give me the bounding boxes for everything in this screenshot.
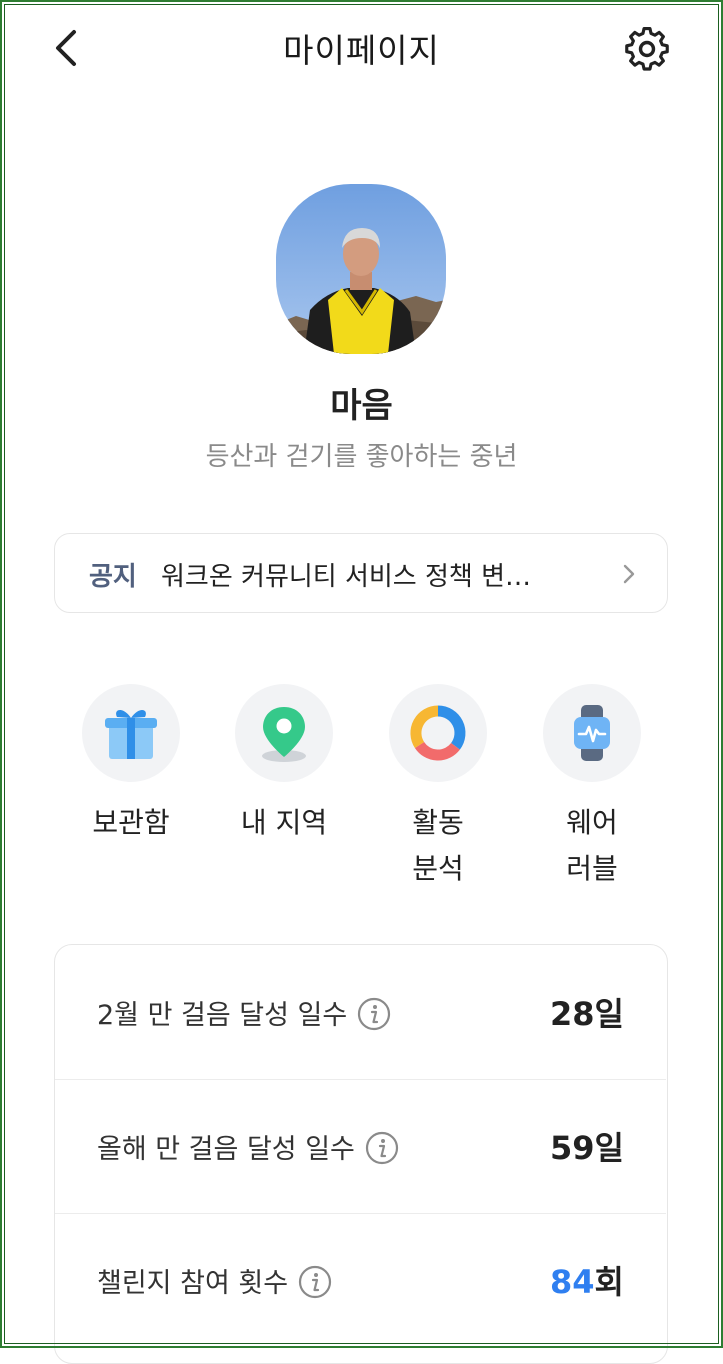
stat-label: 챌린지 참여 횟수	[97, 1261, 332, 1300]
notice-text: 워크온 커뮤니티 서비스 정책 변…	[161, 562, 532, 592]
location-pin-icon	[262, 707, 306, 762]
stats-card: 2월 만 걸음 달성 일수 28일 올해 만 걸음 달성 일수 59일 챌린지 …	[54, 944, 668, 1364]
menu-label: 내 지역	[240, 806, 328, 839]
menu-item-region[interactable]: 내 지역	[219, 684, 349, 846]
stat-number: 84	[550, 1263, 595, 1301]
notice-tag: 공지	[89, 562, 137, 592]
smartwatch-icon	[574, 705, 610, 761]
profile-bio: 등산과 걷기를 좋아하는 중년	[205, 442, 518, 472]
info-icon[interactable]	[298, 1265, 332, 1299]
menu-item-storage[interactable]: 보관함	[66, 684, 196, 846]
stat-row-feb-goal-days: 2월 만 걸음 달성 일수 28일	[55, 945, 666, 1080]
stat-unit: 일	[594, 995, 624, 1033]
stat-label: 2월 만 걸음 달성 일수	[97, 993, 391, 1032]
settings-button[interactable]	[622, 26, 672, 72]
profile-name: 마음	[330, 386, 393, 426]
info-icon[interactable]	[365, 1131, 399, 1165]
donut-chart-icon	[410, 705, 466, 761]
avatar[interactable]	[276, 184, 446, 354]
stat-label-text: 챌린지 참여 횟수	[97, 1268, 289, 1299]
gear-icon	[625, 26, 669, 71]
stat-value[interactable]: 84회	[550, 1257, 624, 1303]
stat-number: 59	[550, 1129, 595, 1167]
stat-unit: 일	[594, 1129, 624, 1167]
stat-label-text: 올해 만 걸음 달성 일수	[97, 1134, 355, 1165]
stat-label: 올해 만 걸음 달성 일수	[97, 1127, 399, 1166]
menu-label: 활동 분석	[412, 806, 464, 885]
gift-icon	[105, 709, 157, 759]
stat-number: 28	[550, 995, 595, 1033]
menu-icon-circle	[389, 684, 487, 782]
notice-banner[interactable]: 공지 워크온 커뮤니티 서비스 정책 변…	[54, 533, 668, 613]
stat-label-text: 2월 만 걸음 달성 일수	[97, 1000, 348, 1031]
menu-item-activity-analysis[interactable]: 활동 분석	[373, 684, 503, 892]
chevron-right-icon	[623, 564, 635, 584]
top-bar: 마이페이지	[0, 0, 723, 100]
stat-unit: 회	[594, 1263, 624, 1301]
profile-photo	[276, 184, 446, 354]
menu-label: 보관함	[92, 806, 170, 839]
menu-icon-circle	[543, 684, 641, 782]
menu-icon-circle	[235, 684, 333, 782]
stat-value: 28일	[550, 989, 624, 1035]
stat-row-year-goal-days: 올해 만 걸음 달성 일수 59일	[55, 1079, 666, 1214]
stat-value: 59일	[550, 1123, 624, 1169]
menu-icon-circle	[82, 684, 180, 782]
page-title: 마이페이지	[283, 31, 440, 70]
menu-item-wearable[interactable]: 웨어 러블	[527, 684, 657, 892]
info-icon[interactable]	[357, 997, 391, 1031]
menu-label: 웨어 러블	[566, 806, 618, 885]
stat-row-challenge-count: 챌린지 참여 횟수 84회	[55, 1213, 666, 1347]
